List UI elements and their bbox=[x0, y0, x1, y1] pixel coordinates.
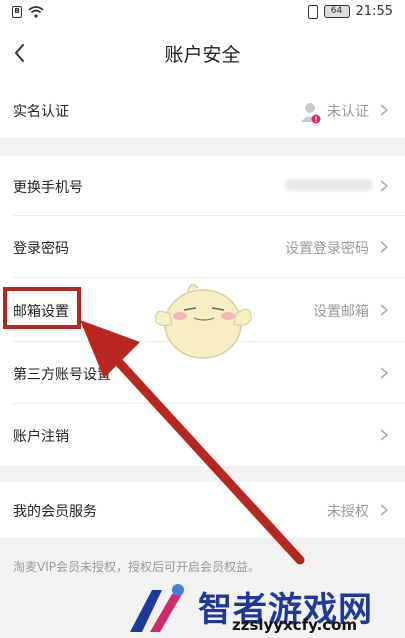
row-label: 登录密码 bbox=[13, 241, 69, 257]
row-real-name-auth[interactable]: 实名认证 未认证 bbox=[0, 82, 405, 138]
sim-b-icon: B bbox=[12, 6, 22, 18]
watermark-url: zzslyyxcfy.com bbox=[232, 616, 358, 634]
vibrate-icon bbox=[307, 4, 318, 19]
battery-icon: 64 bbox=[323, 5, 350, 18]
row-label: 账户注销 bbox=[13, 429, 69, 445]
chevron-right-icon bbox=[380, 180, 389, 192]
page-title: 账户安全 bbox=[164, 44, 241, 66]
annotation-highlight-box bbox=[3, 287, 81, 329]
nav-bar: 账户安全 bbox=[0, 26, 405, 82]
row-label: 我的会员服务 bbox=[13, 504, 97, 520]
chevron-right-icon bbox=[380, 104, 389, 116]
row-label: 第三方账号设置 bbox=[13, 367, 111, 383]
avatar-warning-icon bbox=[301, 103, 321, 124]
row-login-password[interactable]: 登录密码 设置登录密码 bbox=[0, 216, 405, 278]
status-left: B bbox=[12, 6, 44, 18]
chevron-right-icon bbox=[380, 304, 389, 316]
row-value: 设置邮箱 bbox=[313, 304, 369, 320]
status-right: 64 21:55 bbox=[307, 4, 393, 19]
row-value: 设置登录密码 bbox=[285, 241, 369, 257]
mascot-sticker bbox=[154, 284, 252, 359]
chevron-right-icon bbox=[380, 367, 389, 379]
row-change-phone[interactable]: 更换手机号 bbox=[0, 156, 405, 216]
row-label: 更换手机号 bbox=[13, 180, 83, 196]
row-value: 未授权 bbox=[327, 504, 369, 520]
row-account-deletion[interactable]: 账户注销 bbox=[0, 404, 405, 466]
watermark: 智者游戏网 zzslyyxcfy.com bbox=[120, 580, 405, 638]
membership-footer-note: 淘麦VIP会员未授权，授权后可开启会员权益。 bbox=[13, 560, 260, 574]
row-value: 未认证 bbox=[327, 104, 369, 120]
row-membership-service[interactable]: 我的会员服务 未授权 bbox=[0, 482, 405, 538]
status-time: 21:55 bbox=[355, 4, 393, 19]
chevron-right-icon bbox=[380, 241, 389, 253]
watermark-logo-icon bbox=[130, 584, 184, 632]
status-bar: B 64 21:55 bbox=[0, 0, 405, 26]
row-label: 实名认证 bbox=[13, 104, 69, 120]
chevron-right-icon bbox=[380, 504, 389, 516]
chevron-right-icon bbox=[380, 429, 389, 441]
wifi-icon bbox=[28, 6, 44, 18]
blurred-phone-number bbox=[285, 179, 373, 191]
